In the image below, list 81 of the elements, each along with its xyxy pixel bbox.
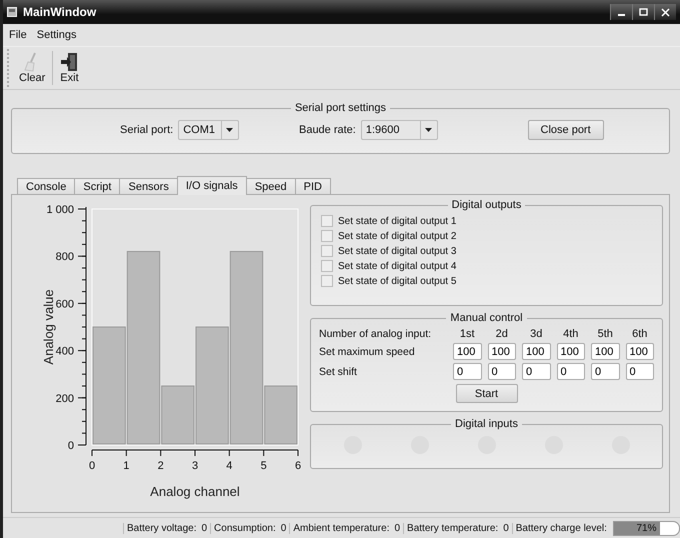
column-header: 2d [494, 328, 509, 340]
minimize-button[interactable] [610, 4, 632, 20]
column-header: 3d [529, 328, 544, 340]
toolbar-button[interactable]: Exit [56, 49, 83, 87]
x-tick-label: 2 [158, 460, 164, 472]
group-title: Digital inputs [454, 418, 519, 430]
caret-icon [226, 128, 234, 132]
group-title: Manual control [449, 312, 524, 324]
status-label: Battery temperature: [403, 522, 498, 534]
status-value: 0 [280, 522, 288, 534]
x-axis-title: Analog channel [150, 484, 240, 499]
column-header: 6th [631, 328, 648, 340]
tab[interactable]: I/O signals [176, 176, 247, 195]
input-field[interactable]: 0 [522, 363, 550, 380]
window-title: MainWindow [23, 5, 96, 19]
field-label: Baude rate: [298, 124, 356, 136]
field-label: Serial port: [120, 124, 174, 136]
checkbox[interactable]: Set state of digital output 3 [321, 245, 652, 257]
input-field[interactable]: 100 [556, 343, 585, 360]
column-header: 5th [596, 328, 614, 340]
group-title: Digital outputs [450, 199, 522, 211]
y-tick-label: 800 [56, 251, 74, 264]
input-field[interactable]: 100 [522, 343, 550, 360]
x-tick-label: 4 [226, 460, 232, 472]
tab[interactable]: Speed [246, 178, 296, 195]
port-dropdown[interactable]: COM1 [178, 120, 239, 140]
menu-item[interactable]: File [9, 29, 27, 41]
input-field[interactable]: 100 [591, 343, 620, 360]
app-icon [7, 7, 17, 17]
x-tick-label: 3 [192, 460, 198, 472]
start-button[interactable]: Start [456, 384, 518, 403]
status-label: Consumption: [210, 522, 276, 534]
row-label: Number of analog input: [319, 328, 432, 340]
input-field[interactable]: 0 [591, 363, 620, 380]
input-field[interactable]: 100 [626, 343, 654, 360]
tab[interactable]: Console [17, 178, 76, 195]
input-field[interactable]: 0 [556, 363, 585, 380]
baud-rate-dropdown[interactable]: 1:9600 [360, 120, 438, 140]
status-value: 0 [200, 522, 208, 534]
input-field[interactable]: 0 [488, 363, 516, 380]
checkbox[interactable]: Set state of digital output 4 [321, 260, 652, 272]
x-tick-label: 6 [294, 460, 302, 472]
input-field[interactable]: 0 [453, 363, 482, 380]
close-port-button[interactable]: Close port [528, 120, 604, 140]
x-tick-label: 0 [88, 460, 96, 472]
checkbox[interactable]: Set state of digital output 1 [321, 215, 652, 227]
y-tick-label: 200 [56, 392, 74, 405]
input-field[interactable]: 100 [453, 343, 482, 360]
exit-icon [60, 52, 78, 72]
minimize-icon [618, 14, 625, 16]
status-value: 0 [502, 522, 510, 534]
tab[interactable]: Script [74, 178, 120, 195]
battery-progress-bar: 71% [612, 520, 680, 536]
x-tick-label: 1 [123, 460, 130, 472]
y-axis-title: Analog value [41, 289, 56, 365]
status-label: Battery charge level: [512, 522, 607, 534]
group-title: Serial port settings [294, 102, 388, 114]
input-field[interactable]: 0 [626, 363, 654, 380]
y-tick-label: 1 000 [46, 204, 74, 216]
maximize-icon [639, 8, 648, 16]
status-value: 0 [393, 522, 402, 534]
close-icon [661, 8, 670, 16]
column-header: 4th [562, 328, 580, 340]
close-button[interactable] [654, 4, 676, 20]
status-label: Battery voltage: [123, 522, 196, 534]
status-label: Ambient temperature: [289, 522, 390, 534]
y-tick-label: 600 [56, 298, 74, 310]
y-tick-label: 0 [68, 440, 74, 452]
row-label: Set maximum speed [319, 346, 416, 358]
checkbox[interactable]: Set state of digital output 2 [321, 230, 652, 242]
caret-icon [425, 128, 432, 132]
row-label: Set shift [319, 366, 358, 378]
maximize-button[interactable] [632, 4, 654, 20]
input-field[interactable]: 100 [488, 343, 516, 360]
y-tick-label: 400 [56, 346, 74, 358]
tab[interactable]: Sensors [119, 178, 178, 195]
column-header: 1st [458, 328, 476, 340]
tab[interactable]: PID [294, 178, 331, 195]
menu-item[interactable]: Settings [36, 29, 76, 41]
x-tick-label: 5 [260, 460, 267, 472]
checkbox[interactable]: Set state of digital output 5 [321, 275, 652, 287]
